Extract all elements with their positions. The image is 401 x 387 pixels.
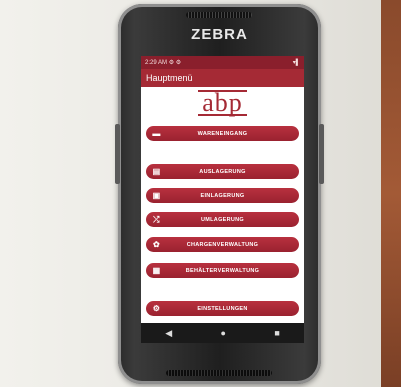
menu-button-label: CHARGENVERWALTUNG: [186, 241, 259, 248]
status-left: 2:29 AM ⚙ ⚙: [145, 59, 181, 66]
earpiece-speaker: [186, 12, 252, 18]
container-icon: ▦: [152, 266, 161, 275]
back-icon[interactable]: ◀: [165, 328, 172, 339]
home-icon[interactable]: ●: [221, 328, 226, 338]
bottom-speaker: [166, 370, 272, 376]
menu-button-behaelterverwaltung[interactable]: ▦ BEHÄLTERVERWALTUNG: [146, 263, 299, 278]
logo-container: abp: [141, 87, 304, 119]
android-nav-bar: ◀ ● ■: [141, 323, 304, 343]
status-signal-battery-icon: ▾▌: [292, 60, 300, 66]
menu-button-label: WARENEINGANG: [197, 130, 248, 137]
recent-apps-icon[interactable]: ■: [274, 328, 279, 338]
menu-button-label: AUSLAGERUNG: [199, 168, 246, 175]
status-time: 2:29 AM: [145, 60, 168, 66]
shuffle-icon: ⤮: [153, 215, 160, 224]
status-settings-icon: ⚙ ⚙: [168, 60, 182, 66]
menu-button-umlagerung[interactable]: ⤮ UMLAGERUNG: [146, 212, 299, 227]
batch-icon: ✿: [152, 240, 160, 249]
menu-button-wareneingang[interactable]: ▬ WARENEINGANG: [146, 126, 299, 141]
menu-button-label: UMLAGERUNG: [200, 216, 245, 223]
device-brand: ZEBRA: [191, 26, 248, 43]
status-bar: 2:29 AM ⚙ ⚙ ▾▌: [141, 56, 304, 69]
truck-icon: ▬: [152, 129, 161, 138]
menu-button-label: EINLAGERUNG: [200, 192, 245, 199]
app-header: Hauptmenü: [141, 69, 304, 87]
menu-button-label: EINSTELLUNGEN: [197, 305, 248, 312]
background-wood: [381, 0, 401, 387]
menu-button-einlagerung[interactable]: ▣ EINLAGERUNG: [146, 188, 299, 203]
side-button-right[interactable]: [319, 124, 324, 184]
menu-button-chargenverwaltung[interactable]: ✿ CHARGENVERWALTUNG: [146, 237, 299, 252]
menu-button-einstellungen[interactable]: ⚙ EINSTELLUNGEN: [146, 301, 299, 316]
clipboard-icon: ▤: [152, 167, 161, 176]
abp-logo: abp: [198, 90, 247, 116]
device-screen: 2:29 AM ⚙ ⚙ ▾▌ Hauptmenü abp ▬ WARENEING…: [141, 56, 304, 343]
gear-icon: ⚙: [152, 304, 161, 313]
menu-button-auslagerung[interactable]: ▤ AUSLAGERUNG: [146, 164, 299, 179]
side-button-left[interactable]: [115, 124, 120, 184]
box-icon: ▣: [152, 191, 161, 200]
page-title: Hauptmenü: [146, 73, 193, 83]
menu-button-label: BEHÄLTERVERWALTUNG: [185, 267, 260, 274]
